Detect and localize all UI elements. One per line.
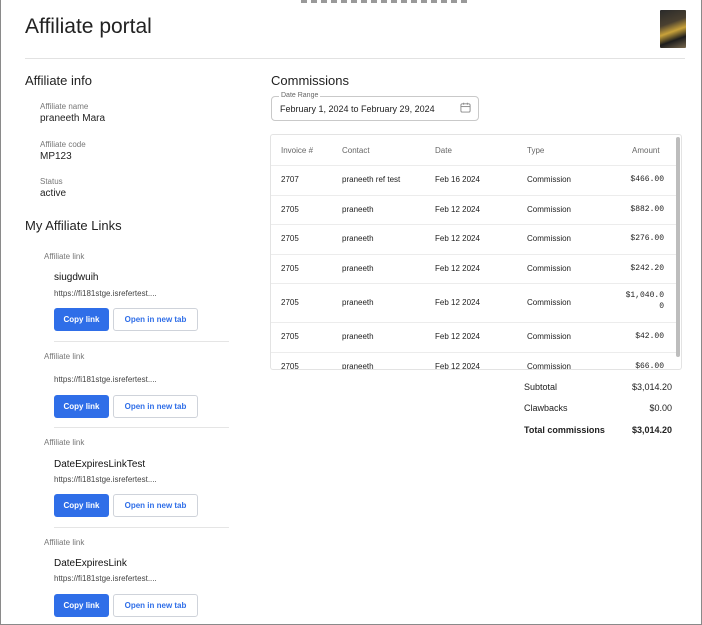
table-scrollbar[interactable]: [676, 137, 680, 357]
page-title: Affiliate portal: [25, 15, 152, 38]
invoice-cell: 2705: [281, 205, 299, 214]
amount-cell: $882.00: [630, 205, 664, 214]
affiliate-info-title: Affiliate info: [25, 73, 92, 88]
affiliate-link-label: Affiliate link: [44, 352, 85, 361]
total-commissions-value: $3,014.20: [631, 425, 672, 435]
type-cell: Commission: [527, 205, 572, 214]
amount-cell-continuation: 0: [659, 302, 664, 311]
calendar-icon[interactable]: [460, 102, 471, 113]
subtotal-label: Subtotal: [524, 382, 558, 392]
table-row[interactable]: 2705 praneeth Feb 12 2024 Commission $1,…: [271, 283, 676, 322]
link-divider: [54, 341, 229, 342]
avatar[interactable]: [660, 10, 686, 48]
affiliate-link-name: DateExpiresLinkTest: [54, 459, 146, 470]
invoice-cell: 2705: [281, 234, 299, 243]
date-range-value: February 1, 2024 to February 29, 2024: [280, 104, 435, 114]
affiliate-link-name: siugdwuih: [54, 272, 99, 283]
copy-link-button[interactable]: Copy link: [54, 395, 109, 418]
date-cell: Feb 12 2024: [435, 362, 480, 370]
header-divider: [25, 58, 685, 59]
affiliate-link-label: Affiliate link: [44, 538, 85, 547]
open-in-new-tab-button[interactable]: Open in new tab: [113, 308, 198, 331]
column-header-contact[interactable]: Contact: [342, 146, 370, 155]
amount-cell: $466.00: [630, 175, 664, 184]
open-in-new-tab-button[interactable]: Open in new tab: [113, 395, 198, 418]
copy-link-button[interactable]: Copy link: [54, 594, 109, 617]
table-row[interactable]: 2705 praneeth Feb 12 2024 Commission $88…: [271, 195, 676, 224]
amount-cell: $242.20: [630, 264, 664, 273]
column-header-date[interactable]: Date: [435, 146, 452, 155]
type-cell: Commission: [527, 234, 572, 243]
link-divider: [54, 527, 229, 528]
date-cell: Feb 12 2024: [435, 298, 480, 307]
open-in-new-tab-button[interactable]: Open in new tab: [113, 594, 198, 617]
table-row[interactable]: 2705 praneeth Feb 12 2024 Commission $66…: [271, 352, 676, 370]
contact-cell: praneeth: [342, 362, 374, 370]
top-edge-fragment: [301, 0, 471, 3]
invoice-cell: 2705: [281, 264, 299, 273]
affiliate-name-label: Affiliate name: [40, 102, 89, 111]
amount-cell: $276.00: [630, 234, 664, 243]
table-row[interactable]: 2705 praneeth Feb 12 2024 Commission $42…: [271, 322, 676, 352]
date-cell: Feb 12 2024: [435, 332, 480, 341]
affiliate-link-url: https://fi181stge.isrefertest....: [54, 574, 157, 583]
affiliate-link-url: https://fi181stge.isrefertest....: [54, 375, 157, 384]
commissions-title: Commissions: [271, 73, 350, 88]
clawbacks-value: $0.00: [649, 403, 672, 413]
amount-cell: $42.00: [635, 332, 664, 341]
contact-cell: praneeth ref test: [342, 175, 401, 184]
status-value: active: [40, 188, 67, 199]
affiliate-code-label: Affiliate code: [40, 140, 86, 149]
type-cell: Commission: [527, 175, 572, 184]
table-row[interactable]: 2705 praneeth Feb 12 2024 Commission $27…: [271, 224, 676, 254]
type-cell: Commission: [527, 298, 572, 307]
affiliate-name-value: praneeth Mara: [40, 113, 106, 124]
contact-cell: praneeth: [342, 205, 374, 214]
clawbacks-label: Clawbacks: [524, 403, 568, 413]
invoice-cell: 2707: [281, 175, 299, 184]
status-label: Status: [40, 177, 63, 186]
total-commissions-label: Total commissions: [524, 425, 605, 435]
invoice-cell: 2705: [281, 362, 299, 370]
column-header-type[interactable]: Type: [527, 146, 544, 155]
contact-cell: praneeth: [342, 298, 374, 307]
contact-cell: praneeth: [342, 234, 374, 243]
date-range-label: Date Range: [279, 92, 321, 99]
affiliate-link-url: https://fi181stge.isrefertest....: [54, 289, 157, 298]
commissions-table: Invoice # Contact Date Type Amount 2707 …: [270, 134, 682, 370]
affiliate-code-value: MP123: [40, 151, 72, 162]
open-in-new-tab-button[interactable]: Open in new tab: [113, 494, 198, 517]
date-cell: Feb 16 2024: [435, 175, 480, 184]
link-divider: [54, 427, 229, 428]
contact-cell: praneeth: [342, 264, 374, 273]
amount-cell: $1,040.0: [625, 291, 664, 300]
portal-window: Affiliate portal Affiliate info Affiliat…: [0, 0, 702, 625]
contact-cell: praneeth: [342, 332, 374, 341]
affiliate-link-name: DateExpiresLink: [54, 558, 127, 569]
amount-cell: $66.00: [635, 362, 664, 370]
column-header-amount[interactable]: Amount: [632, 146, 660, 155]
affiliate-link-label: Affiliate link: [44, 438, 85, 447]
column-header-invoice[interactable]: Invoice #: [281, 146, 313, 155]
invoice-cell: 2705: [281, 298, 299, 307]
date-cell: Feb 12 2024: [435, 205, 480, 214]
copy-link-button[interactable]: Copy link: [54, 494, 109, 517]
table-row[interactable]: 2707 praneeth ref test Feb 16 2024 Commi…: [271, 165, 676, 195]
type-cell: Commission: [527, 362, 572, 370]
invoice-cell: 2705: [281, 332, 299, 341]
type-cell: Commission: [527, 332, 572, 341]
affiliate-links-title: My Affiliate Links: [25, 218, 122, 233]
subtotal-value: $3,014.20: [631, 382, 672, 392]
table-row[interactable]: 2705 praneeth Feb 12 2024 Commission $24…: [271, 254, 676, 283]
affiliate-link-url: https://fi181stge.isrefertest....: [54, 475, 157, 484]
type-cell: Commission: [527, 264, 572, 273]
copy-link-button[interactable]: Copy link: [54, 308, 109, 331]
date-cell: Feb 12 2024: [435, 234, 480, 243]
date-cell: Feb 12 2024: [435, 264, 480, 273]
affiliate-link-label: Affiliate link: [44, 252, 85, 261]
